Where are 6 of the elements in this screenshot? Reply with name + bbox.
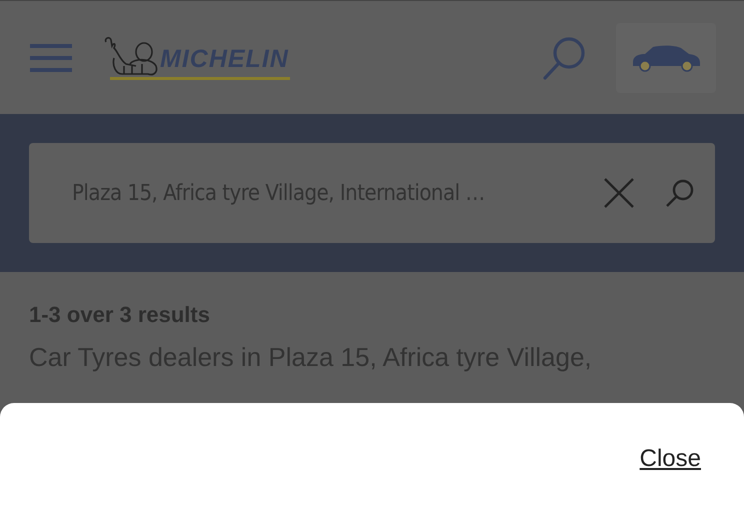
car-icon — [631, 44, 701, 72]
close-link[interactable]: Close — [640, 445, 701, 473]
search-icon[interactable] — [665, 178, 695, 208]
close-icon[interactable] — [603, 177, 635, 209]
menu-icon[interactable] — [30, 42, 72, 72]
vehicle-button[interactable] — [616, 22, 716, 92]
